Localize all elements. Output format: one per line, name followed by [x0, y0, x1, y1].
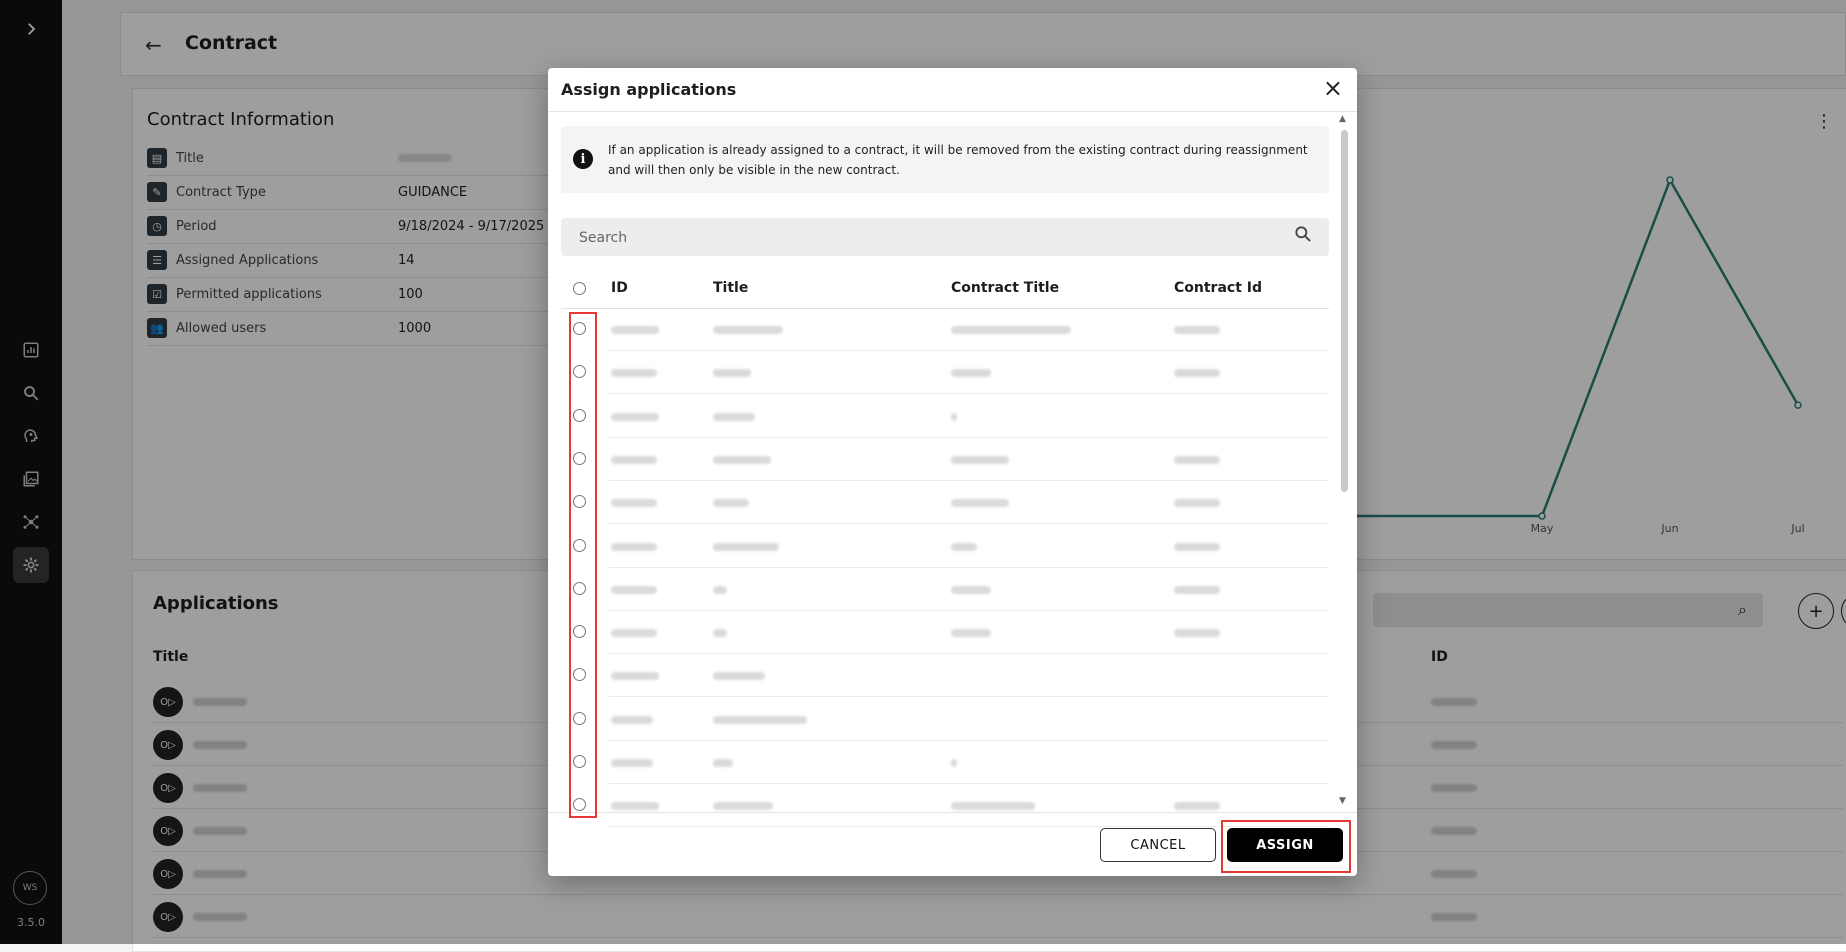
assign-button[interactable]: ASSIGN: [1227, 828, 1343, 862]
blurred-cell: [713, 629, 727, 638]
blurred-cell: [951, 759, 957, 767]
blurred-cell: [1174, 802, 1220, 811]
blurred-cell: [951, 629, 991, 638]
row-select-radio[interactable]: [573, 495, 586, 509]
table-header: ID Title Contract Title Contract Id: [561, 268, 1329, 309]
blurred-cell: [951, 412, 957, 421]
blurred-cell: [951, 369, 991, 378]
blurred-cell: [1174, 326, 1220, 334]
table-row[interactable]: [561, 611, 1329, 655]
notice-text: If an application is already assigned to…: [608, 143, 1308, 177]
blurred-cell: [611, 629, 657, 638]
row-select-radio[interactable]: [573, 798, 586, 812]
table-row[interactable]: [561, 438, 1329, 481]
table-row[interactable]: [561, 741, 1329, 784]
table-row[interactable]: [561, 568, 1329, 611]
blurred-cell: [1174, 585, 1220, 594]
row-select-radio[interactable]: [573, 625, 586, 639]
table-row[interactable]: [561, 481, 1329, 525]
divider: [548, 812, 1357, 813]
row-select-radio[interactable]: [573, 538, 586, 552]
dialog-scrollbar[interactable]: ▲ ▼: [1337, 112, 1351, 812]
table-row[interactable]: [561, 654, 1329, 698]
blurred-cell: [951, 499, 1009, 508]
blurred-cell: [951, 455, 1009, 464]
blurred-cell: [713, 672, 765, 681]
info-icon: i: [573, 149, 593, 169]
blurred-cell: [951, 585, 991, 594]
table-row[interactable]: [561, 698, 1329, 741]
scroll-up-icon[interactable]: ▲: [1339, 114, 1346, 124]
blurred-cell: [713, 802, 773, 811]
blurred-cell: [611, 585, 657, 594]
row-select-radio[interactable]: [573, 711, 586, 725]
blurred-cell: [611, 412, 659, 421]
blurred-cell: [713, 542, 779, 551]
column-header-id: ID: [611, 280, 628, 296]
row-select-radio[interactable]: [573, 581, 586, 595]
blurred-cell: [1174, 629, 1220, 638]
blurred-cell: [713, 585, 727, 594]
column-header-contract-title: Contract Title: [951, 280, 1060, 296]
blurred-cell: [611, 326, 659, 334]
close-icon[interactable]: ×: [1323, 74, 1343, 102]
search-input[interactable]: [577, 218, 1231, 258]
blurred-cell: [713, 326, 783, 334]
blurred-cell: [611, 759, 653, 767]
table-row[interactable]: [561, 784, 1329, 828]
table-row[interactable]: [561, 525, 1329, 568]
search-icon[interactable]: [1293, 224, 1313, 244]
assign-applications-dialog: Assign applications × i If an applicatio…: [548, 68, 1357, 876]
table-row[interactable]: [561, 395, 1329, 438]
cancel-button[interactable]: CANCEL: [1100, 828, 1216, 862]
blurred-cell: [1174, 542, 1220, 551]
table-row[interactable]: [561, 308, 1329, 351]
blurred-cell: [713, 455, 771, 464]
blurred-cell: [951, 802, 1035, 811]
blurred-cell: [611, 802, 659, 811]
blurred-cell: [1174, 499, 1220, 508]
blurred-cell: [611, 542, 657, 551]
blurred-cell: [951, 542, 977, 551]
scroll-down-icon[interactable]: ▼: [1339, 796, 1346, 806]
row-divider: [609, 826, 1329, 828]
column-header-title: Title: [713, 280, 749, 296]
blurred-cell: [611, 672, 659, 681]
dialog-title: Assign applications: [561, 80, 737, 99]
scrollbar-thumb[interactable]: [1341, 130, 1348, 492]
blurred-cell: [713, 759, 733, 767]
row-select-radio[interactable]: [573, 755, 586, 768]
blurred-cell: [713, 412, 755, 421]
blurred-cell: [611, 369, 657, 378]
dialog-search: [561, 218, 1329, 258]
info-notice: i If an application is already assigned …: [561, 126, 1329, 193]
blurred-cell: [1174, 369, 1220, 378]
blurred-cell: [611, 455, 657, 464]
row-select-radio[interactable]: [573, 322, 586, 335]
table-row[interactable]: [561, 351, 1329, 395]
blurred-cell: [611, 499, 657, 508]
blurred-cell: [611, 715, 653, 724]
row-select-radio[interactable]: [573, 451, 586, 465]
column-header-contract-id: Contract Id: [1174, 280, 1262, 296]
blurred-cell: [713, 715, 807, 724]
blurred-cell: [713, 369, 751, 378]
blurred-cell: [951, 326, 1071, 334]
blurred-cell: [713, 499, 749, 508]
row-select-radio[interactable]: [573, 668, 586, 682]
divider: [548, 111, 1357, 112]
blurred-cell: [1174, 455, 1220, 464]
row-select-radio[interactable]: [573, 408, 586, 422]
row-select-radio[interactable]: [573, 365, 586, 379]
select-all-radio[interactable]: [573, 282, 586, 295]
